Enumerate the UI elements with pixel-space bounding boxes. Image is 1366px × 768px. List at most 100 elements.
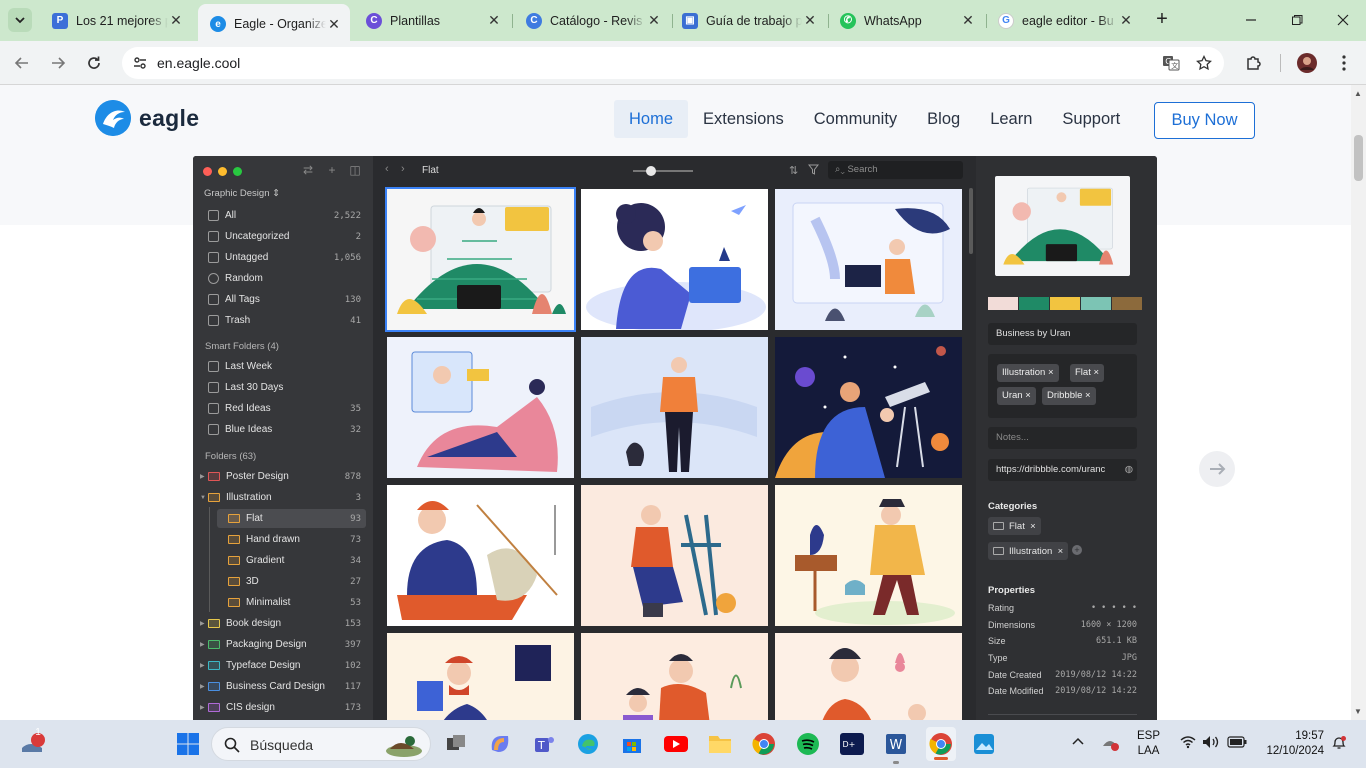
browser-tab[interactable]: ▣ Guía de trabajo p ✕ [670, 7, 826, 34]
tag-chip[interactable]: Dribbble × [1042, 387, 1096, 405]
asset-thumbnail[interactable] [387, 633, 574, 720]
show-hidden-icons[interactable] [1070, 734, 1086, 750]
color-swatch[interactable] [1050, 297, 1080, 310]
add-category-icon[interactable]: + [1072, 545, 1082, 555]
asset-thumbnail[interactable] [775, 485, 962, 626]
extensions-puzzle-icon[interactable] [1243, 52, 1265, 74]
close-tab-icon[interactable]: ✕ [960, 12, 976, 29]
bookmark-star-icon[interactable] [1195, 54, 1213, 72]
globe-icon[interactable]: ◍ [1121, 459, 1133, 481]
color-swatch[interactable] [1112, 297, 1142, 310]
close-tab-icon[interactable]: ✕ [1118, 12, 1134, 29]
collapsed-arrow-icon[interactable]: ▶ [200, 683, 208, 690]
page-scrollbar[interactable]: ▲ ▼ [1351, 85, 1366, 720]
restore-window-icon[interactable] [1287, 10, 1307, 30]
volume-icon[interactable] [1202, 735, 1220, 749]
close-window-icon[interactable] [1333, 10, 1353, 30]
new-tab-button[interactable]: + [1152, 9, 1172, 30]
task-view-button[interactable] [442, 730, 470, 758]
browser-tab[interactable]: ✆ WhatsApp ✕ [828, 7, 984, 34]
sidebar-item-trash[interactable]: Trash 41 [200, 311, 366, 330]
taskbar-search[interactable]: Búsqueda [211, 727, 431, 761]
collapsed-arrow-icon[interactable]: ▶ [200, 704, 208, 711]
browser-tab[interactable]: C Catálogo - Revis ✕ [514, 7, 670, 34]
close-tab-icon[interactable]: ✕ [168, 12, 184, 29]
nav-extensions[interactable]: Extensions [688, 100, 799, 138]
folder-item[interactable]: ▶ CIS design 173 [197, 698, 366, 717]
remove-category-icon[interactable]: × [1058, 546, 1064, 557]
nav-learn[interactable]: Learn [975, 100, 1047, 138]
slider-knob[interactable] [646, 166, 656, 176]
eagle-logo[interactable]: eagle [95, 100, 199, 136]
edge-button[interactable] [574, 730, 602, 758]
minimize-window-icon[interactable] [1241, 10, 1261, 30]
add-icon[interactable]: + [325, 163, 339, 177]
folder-item[interactable]: ▶ Poster Design 878 [197, 467, 366, 486]
file-explorer-button[interactable] [706, 730, 734, 758]
spotify-button[interactable] [794, 730, 822, 758]
nav-support[interactable]: Support [1047, 100, 1135, 138]
folder-item[interactable]: Minimalist 53 [217, 593, 366, 612]
asset-thumbnail[interactable] [581, 485, 768, 626]
meet-now-icon[interactable] [1100, 734, 1120, 752]
tag-chip[interactable]: Uran × [997, 387, 1036, 405]
notes-field[interactable]: Notes... [988, 427, 1137, 449]
asset-thumbnail[interactable] [581, 633, 768, 720]
sort-icon[interactable]: ⇅ [789, 164, 798, 177]
sidebar-item-random[interactable]: Random [200, 269, 366, 288]
store-button[interactable] [618, 730, 646, 758]
smart-folder-item[interactable]: Blue Ideas 32 [200, 420, 366, 439]
grid-scrollbar[interactable] [969, 188, 973, 254]
grid-back-icon[interactable]: ‹ [385, 163, 389, 175]
grid-forward-icon[interactable]: › [401, 163, 405, 175]
chrome-active-button[interactable] [926, 727, 956, 761]
folder-item[interactable]: 3D 27 [217, 572, 366, 591]
thumbnail-size-slider[interactable] [633, 166, 693, 176]
tag-chip[interactable]: Flat × [1070, 364, 1105, 382]
rating-stars[interactable]: • • • • • [1091, 603, 1137, 613]
carousel-next-button[interactable] [1199, 451, 1235, 487]
scroll-down-icon[interactable]: ▼ [1354, 707, 1362, 716]
asset-thumbnail[interactable] [581, 337, 768, 478]
tab-search-button[interactable] [8, 8, 32, 32]
filter-icon[interactable] [808, 164, 819, 175]
nav-home[interactable]: Home [614, 100, 689, 138]
address-bar[interactable]: en.eagle.cool G文 [122, 47, 1224, 79]
source-url-field[interactable]: https://dribbble.com/uranc ◍ [988, 459, 1137, 481]
close-tab-icon[interactable]: ✕ [646, 12, 662, 29]
folder-item[interactable]: ▶ Typeface Design 102 [197, 656, 366, 675]
chrome-button[interactable] [750, 730, 778, 758]
color-swatch[interactable] [1081, 297, 1111, 310]
wifi-icon[interactable] [1180, 735, 1196, 749]
youtube-button[interactable] [662, 730, 690, 758]
asset-thumbnail[interactable] [775, 189, 962, 330]
copilot-button[interactable] [486, 730, 514, 758]
category-chip[interactable]: Flat × [988, 517, 1041, 535]
nav-blog[interactable]: Blog [912, 100, 975, 138]
remove-tag-icon[interactable]: × [1093, 367, 1099, 378]
collapsed-arrow-icon[interactable]: ▶ [200, 473, 208, 480]
browser-tab-active[interactable]: e Eagle - Organize ✕ [198, 4, 350, 41]
folder-item[interactable]: Gradient 34 [217, 551, 366, 570]
folder-item[interactable]: Hand drawn 73 [217, 530, 366, 549]
sidebar-toggle-icon[interactable]: ◫ [348, 163, 362, 177]
asset-thumbnail-selected[interactable] [385, 187, 576, 332]
sidebar-item-all[interactable]: All 2,522 [200, 206, 366, 225]
expanded-arrow-icon[interactable]: ▼ [200, 495, 208, 501]
buy-now-button[interactable]: Buy Now [1154, 102, 1255, 139]
folder-item[interactable]: ▶ Packaging Design 397 [197, 635, 366, 654]
grid-search-input[interactable]: ⌕⌄ Search [828, 161, 963, 179]
profile-avatar[interactable] [1296, 52, 1318, 74]
smart-folder-item[interactable]: Last 30 Days [200, 378, 366, 397]
close-tab-icon[interactable]: ✕ [326, 16, 342, 32]
widgets-button[interactable]: 1 [18, 727, 46, 758]
folder-item[interactable]: ▶ Book design 153 [197, 614, 366, 633]
scrollbar-thumb[interactable] [1354, 135, 1363, 181]
scroll-up-icon[interactable]: ▲ [1354, 89, 1362, 98]
browser-tab[interactable]: G eagle editor - Bu ✕ [986, 7, 1142, 34]
collapsed-arrow-icon[interactable]: ▶ [200, 641, 208, 648]
teams-button[interactable]: T [530, 730, 558, 758]
library-switcher[interactable]: Graphic Design ⇕ [204, 188, 280, 199]
color-swatch[interactable] [988, 297, 1018, 310]
close-tab-icon[interactable]: ✕ [802, 12, 818, 29]
